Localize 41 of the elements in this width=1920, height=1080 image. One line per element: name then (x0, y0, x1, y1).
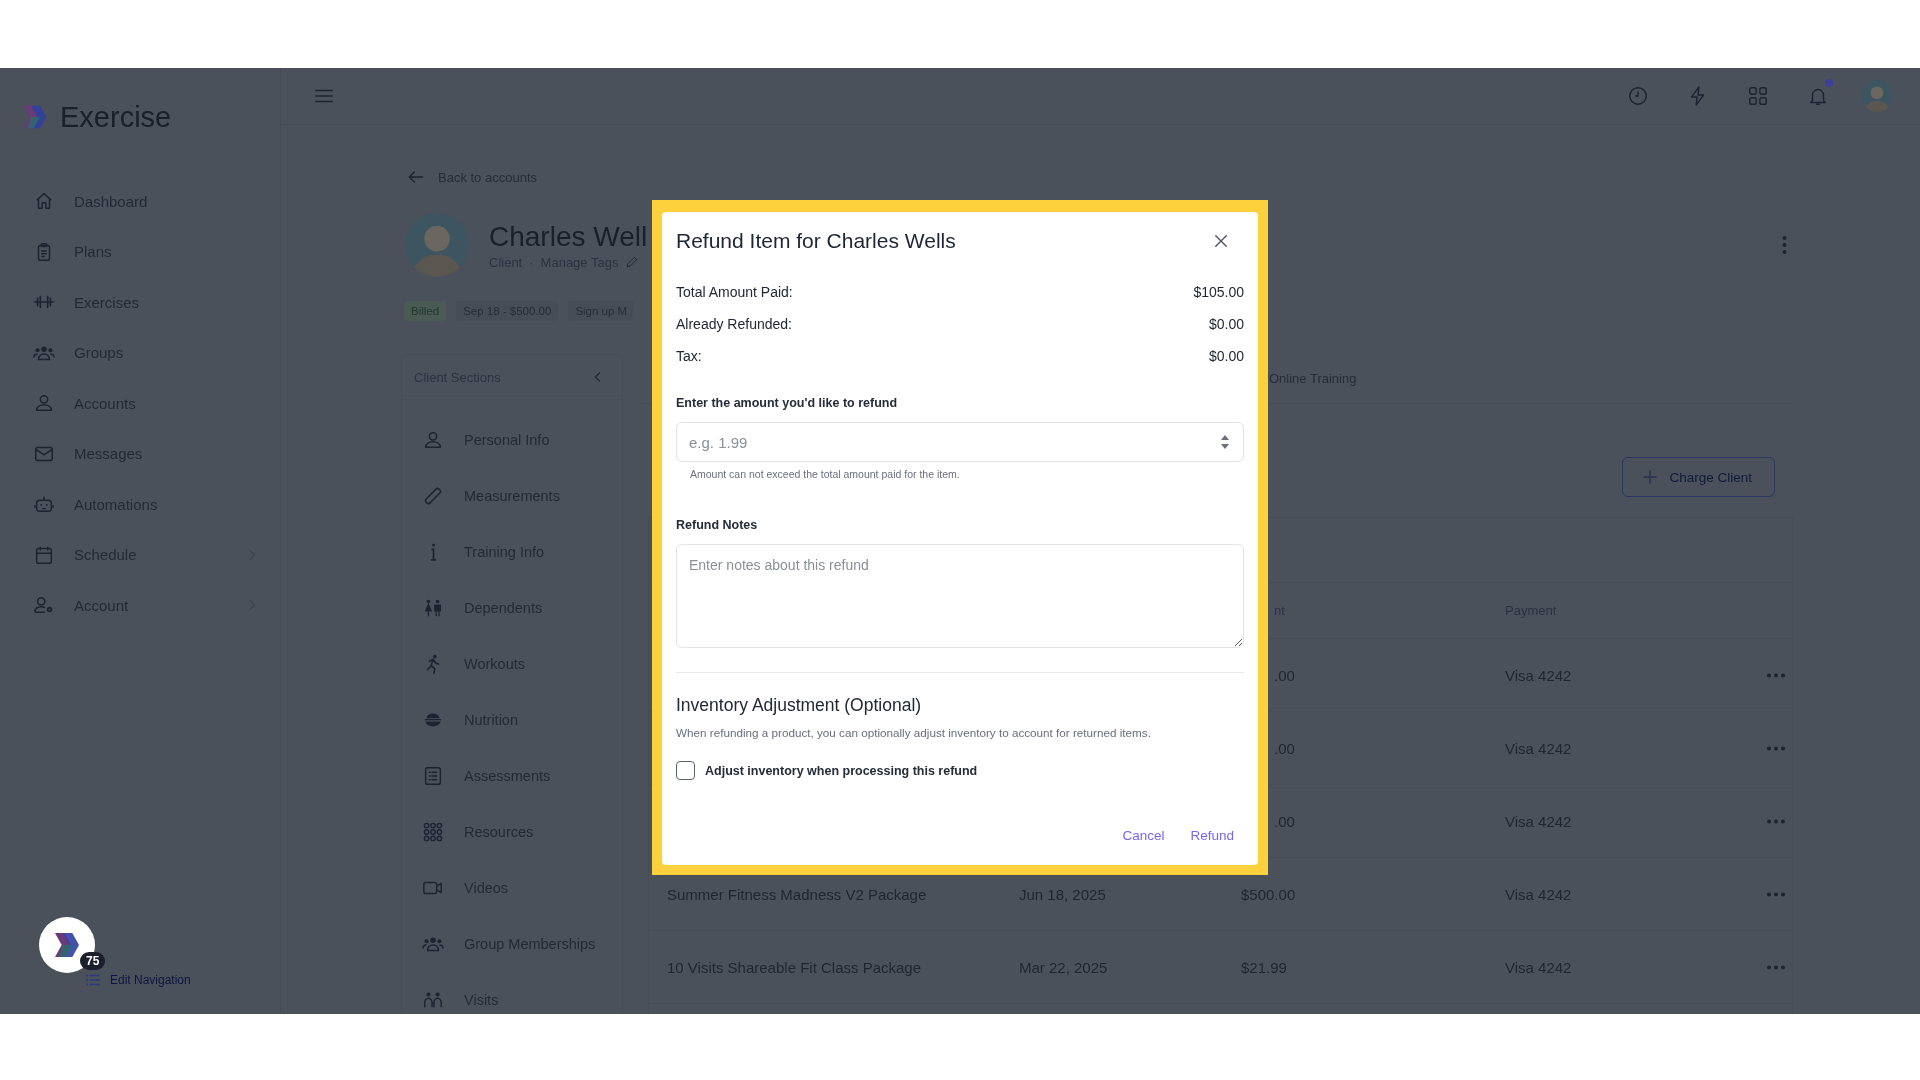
summary-value: $105.00 (1193, 284, 1244, 300)
field-hint: Amount can not exceed the total amount paid for the item. (690, 468, 961, 480)
grid-icon (1747, 85, 1769, 107)
summary-label: Already Refunded: (676, 316, 792, 332)
summary-label: Tax: (676, 348, 702, 364)
user-avatar (1861, 80, 1893, 112)
close-icon (1212, 232, 1230, 250)
stepper-icon (1220, 433, 1230, 451)
dialog-title: Refund Item for Charles Wells (676, 229, 956, 253)
person-icon (422, 429, 444, 451)
summary-label: Total Amount Paid: (676, 284, 793, 300)
more-icon (1766, 964, 1786, 970)
section-title: Inventory Adjustment (Optional) (676, 695, 923, 716)
summary-value: $0.00 (1208, 316, 1244, 332)
text-button[interactable]: Refund (1186, 824, 1238, 847)
figures-icon (422, 597, 444, 619)
field-label: Refund Notes (676, 518, 759, 532)
dots-grid-icon (422, 821, 444, 843)
more-icon (1766, 818, 1786, 824)
checkbox-label: Adjust inventory when processing this refund (705, 763, 978, 778)
more-icon (1766, 891, 1786, 897)
more-icon (1766, 672, 1786, 678)
more-icon (1766, 745, 1786, 751)
separator-dot: · (529, 254, 534, 270)
field-label: Enter the amount you'd like to refund (676, 396, 899, 410)
count-badge: 75 (80, 952, 106, 970)
notes-field[interactable]: Enter notes about this refund (676, 544, 1244, 648)
edit-navigation-link[interactable]: Edit Navigation (84, 971, 191, 989)
summary-value: $0.00 (1208, 348, 1244, 364)
ruler-icon (422, 485, 444, 507)
charge-client-button[interactable]: Charge Client (1622, 457, 1775, 497)
checkbox[interactable] (676, 761, 695, 780)
pencil-icon (625, 255, 640, 269)
list-icon (422, 765, 444, 787)
text-button[interactable]: Cancel (1118, 824, 1169, 847)
more-icon (1782, 235, 1787, 255)
plus-icon (1641, 468, 1660, 486)
clock-icon (1627, 85, 1649, 107)
amount-field[interactable]: e.g. 1.99 (676, 422, 1244, 462)
info-icon (429, 543, 438, 561)
section-description: When refunding a product, you can optionally adjust inventory to account for returned items. (676, 726, 1152, 739)
